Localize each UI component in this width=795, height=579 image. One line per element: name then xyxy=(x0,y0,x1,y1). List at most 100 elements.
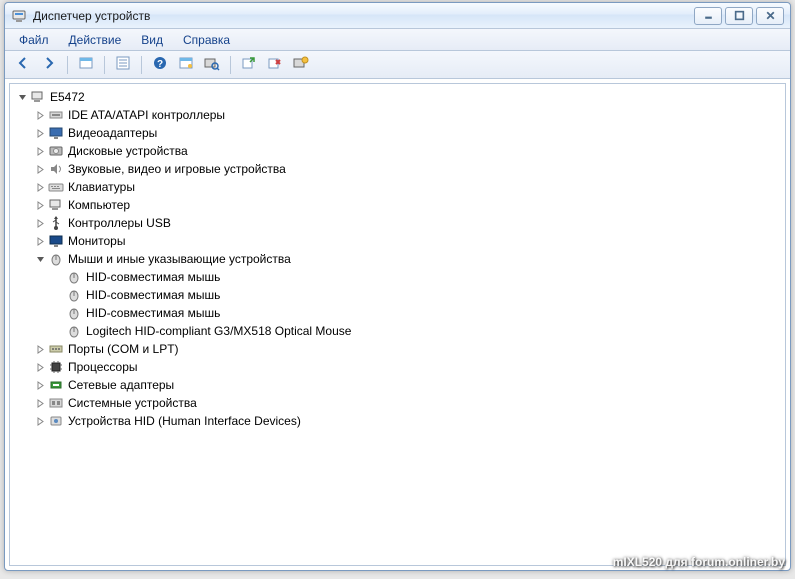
tree-category-node[interactable]: Мониторы xyxy=(34,232,783,250)
tree-root-node[interactable]: E5472 xyxy=(16,88,783,106)
menu-view[interactable]: Вид xyxy=(133,31,171,49)
tree-device-label: Logitech HID-compliant G3/MX518 Optical … xyxy=(86,324,351,338)
menubar: Файл Действие Вид Справка xyxy=(5,29,790,51)
titlebar[interactable]: Диспетчер устройств xyxy=(5,3,790,29)
device-tree-panel[interactable]: E5472 IDE ATA/ATAPI контроллеры Видеоада… xyxy=(9,83,786,566)
ide-icon xyxy=(48,107,64,123)
tree-category-node[interactable]: Мыши и иные указывающие устройства xyxy=(34,250,783,268)
expander-icon[interactable] xyxy=(34,343,46,355)
devices-icon xyxy=(178,55,194,74)
tree-category-node[interactable]: Сетевые адаптеры xyxy=(34,376,783,394)
devices-button[interactable] xyxy=(174,54,198,76)
properties-icon xyxy=(293,55,309,74)
menu-file[interactable]: Файл xyxy=(11,31,57,49)
uninstall-icon xyxy=(267,55,283,74)
separator xyxy=(141,56,142,74)
tree-category-node[interactable]: Процессоры xyxy=(34,358,783,376)
expander-icon[interactable] xyxy=(34,235,46,247)
device-tree: E5472 IDE ATA/ATAPI контроллеры Видеоада… xyxy=(12,88,783,430)
mouse-icon xyxy=(66,323,82,339)
port-icon xyxy=(48,341,64,357)
forward-button[interactable] xyxy=(37,54,61,76)
tree-root-label: E5472 xyxy=(50,90,85,104)
expander-icon[interactable] xyxy=(34,253,46,265)
expander-icon[interactable] xyxy=(34,163,46,175)
expander-icon[interactable] xyxy=(34,397,46,409)
tree-category-label: Порты (COM и LPT) xyxy=(68,342,179,356)
maximize-button[interactable] xyxy=(725,7,753,25)
svg-text:?: ? xyxy=(157,59,163,70)
monitor-icon xyxy=(48,233,64,249)
spacer xyxy=(52,271,64,283)
tree-device-node[interactable]: HID-совместимая мышь xyxy=(52,304,783,322)
tree-category-node[interactable]: Видеоадаптеры xyxy=(34,124,783,142)
tree-category-label: Дисковые устройства xyxy=(68,144,188,158)
tree-category-node[interactable]: Порты (COM и LPT) xyxy=(34,340,783,358)
app-icon xyxy=(11,8,27,24)
hid-icon xyxy=(48,413,64,429)
computer-icon xyxy=(30,89,46,105)
menu-action[interactable]: Действие xyxy=(61,31,130,49)
back-icon xyxy=(15,55,31,74)
tree-category-node[interactable]: IDE ATA/ATAPI контроллеры xyxy=(34,106,783,124)
show-icon xyxy=(78,55,94,74)
spacer xyxy=(52,307,64,319)
tree-device-node[interactable]: Logitech HID-compliant G3/MX518 Optical … xyxy=(52,322,783,340)
uninstall-button[interactable] xyxy=(263,54,287,76)
expander-icon[interactable] xyxy=(34,109,46,121)
update-icon xyxy=(241,55,257,74)
tree-device-label: HID-совместимая мышь xyxy=(86,288,220,302)
tree-category-node[interactable]: Клавиатуры xyxy=(34,178,783,196)
window-controls xyxy=(694,7,788,25)
tree-category-label: Сетевые адаптеры xyxy=(68,378,174,392)
minimize-button[interactable] xyxy=(694,7,722,25)
expander-icon[interactable] xyxy=(34,145,46,157)
tree-device-node[interactable]: HID-совместимая мышь xyxy=(52,286,783,304)
separator xyxy=(230,56,231,74)
help-button[interactable]: ? xyxy=(148,54,172,76)
usb-icon xyxy=(48,215,64,231)
update-driver-button[interactable] xyxy=(237,54,261,76)
tree-category-node[interactable]: Системные устройства xyxy=(34,394,783,412)
window-title: Диспетчер устройств xyxy=(33,9,694,23)
tree-category-node[interactable]: Устройства HID (Human Interface Devices) xyxy=(34,412,783,430)
expander-icon[interactable] xyxy=(34,379,46,391)
help-icon: ? xyxy=(152,55,168,74)
disk-icon xyxy=(48,143,64,159)
properties-button[interactable] xyxy=(289,54,313,76)
list-button[interactable] xyxy=(111,54,135,76)
separator xyxy=(67,56,68,74)
spacer xyxy=(52,325,64,337)
expander-icon[interactable] xyxy=(34,199,46,211)
tree-category-label: Системные устройства xyxy=(68,396,197,410)
scan-button[interactable] xyxy=(200,54,224,76)
mouse-icon xyxy=(66,305,82,321)
close-button[interactable] xyxy=(756,7,784,25)
tree-category-label: Контроллеры USB xyxy=(68,216,171,230)
tree-device-label: HID-совместимая мышь xyxy=(86,270,220,284)
device-manager-window: Диспетчер устройств Файл Действие Вид Сп… xyxy=(4,2,791,571)
scan-icon xyxy=(204,55,220,74)
mouse-icon xyxy=(66,269,82,285)
tree-category-node[interactable]: Звуковые, видео и игровые устройства xyxy=(34,160,783,178)
expander-icon[interactable] xyxy=(16,91,28,103)
mouse-icon xyxy=(48,251,64,267)
tree-category-node[interactable]: Контроллеры USB xyxy=(34,214,783,232)
show-hidden-button[interactable] xyxy=(74,54,98,76)
menu-help[interactable]: Справка xyxy=(175,31,238,49)
back-button[interactable] xyxy=(11,54,35,76)
expander-icon[interactable] xyxy=(34,361,46,373)
expander-icon[interactable] xyxy=(34,415,46,427)
display-icon xyxy=(48,125,64,141)
tree-device-node[interactable]: HID-совместимая мышь xyxy=(52,268,783,286)
spacer xyxy=(52,289,64,301)
keyboard-icon xyxy=(48,179,64,195)
tree-category-label: Звуковые, видео и игровые устройства xyxy=(68,162,286,176)
system-icon xyxy=(48,395,64,411)
expander-icon[interactable] xyxy=(34,127,46,139)
tree-category-label: Устройства HID (Human Interface Devices) xyxy=(68,414,301,428)
tree-category-node[interactable]: Компьютер xyxy=(34,196,783,214)
tree-category-node[interactable]: Дисковые устройства xyxy=(34,142,783,160)
expander-icon[interactable] xyxy=(34,217,46,229)
expander-icon[interactable] xyxy=(34,181,46,193)
